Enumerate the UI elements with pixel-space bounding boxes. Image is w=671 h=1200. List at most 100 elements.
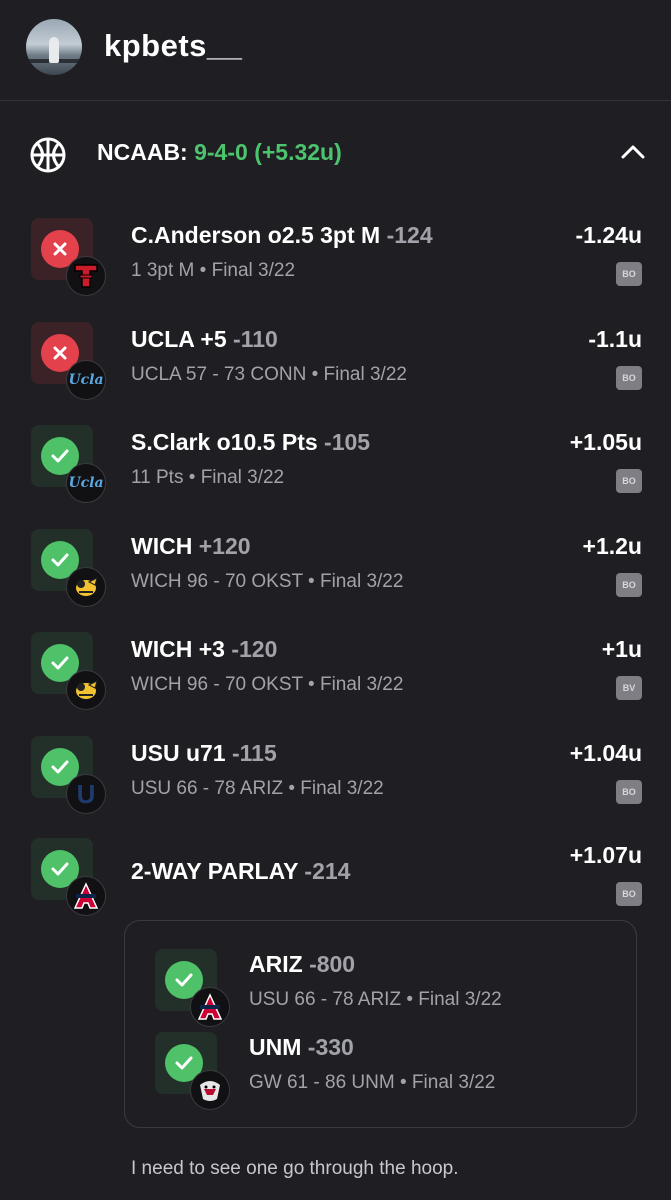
status-tile bbox=[31, 529, 106, 607]
bet-odds: +120 bbox=[198, 533, 251, 559]
league-title: NCAAB: 9-4-0 (+5.32u) bbox=[97, 139, 342, 166]
bet-name: WICH +120 bbox=[131, 533, 251, 560]
sportsbook-badge: BO bbox=[616, 573, 642, 597]
bet-row[interactable]: C.Anderson o2.5 3pt M -124 1 3pt M • Fin… bbox=[0, 218, 671, 318]
bet-result-line: UCLA 57 - 73 CONN • Final 3/22 bbox=[131, 364, 407, 386]
bet-result-line: 11 Pts • Final 3/22 bbox=[131, 467, 284, 489]
bet-row[interactable]: WICH +3 -120 WICH 96 - 70 OKST • Final 3… bbox=[0, 632, 671, 732]
bet-name: UCLA +5 -110 bbox=[131, 326, 278, 353]
status-tile: U bbox=[31, 736, 106, 814]
sportsbook-badge: BO bbox=[616, 262, 642, 286]
bet-result: 11 Pts bbox=[131, 467, 184, 488]
bet-pick: WICH +3 bbox=[131, 636, 225, 662]
wichita-state-logo-icon bbox=[66, 670, 106, 710]
leg-pick: ARIZ bbox=[249, 951, 303, 977]
leg-status: Final 3/22 bbox=[418, 989, 502, 1010]
bet-result-line: WICH 96 - 70 OKST • Final 3/22 bbox=[131, 571, 403, 593]
avatar[interactable] bbox=[26, 19, 82, 75]
league-label: NCAAB: bbox=[97, 139, 188, 165]
ucla-logo-icon: Ucla bbox=[66, 360, 106, 400]
bet-result: UCLA 57 - 73 CONN bbox=[131, 364, 307, 385]
separator-dot: • bbox=[199, 260, 207, 281]
sportsbook-badge: BV bbox=[616, 676, 642, 700]
parlay-units: +1.07u bbox=[569, 842, 642, 868]
bet-status: Final 3/22 bbox=[319, 674, 404, 695]
bet-row[interactable]: U USU u71 -115 USU 66 - 78 ARIZ • Final … bbox=[0, 736, 671, 836]
bet-units: +1.05u bbox=[569, 429, 642, 455]
texas-tech-logo-icon bbox=[66, 256, 106, 296]
bet-result: WICH 96 - 70 OKST bbox=[131, 571, 303, 592]
bet-units: -1.24u bbox=[575, 222, 642, 248]
sportsbook-badge: BO bbox=[616, 469, 642, 493]
parlay-name: 2-WAY PARLAY -214 bbox=[131, 858, 350, 885]
status-tile bbox=[31, 838, 106, 916]
separator-dot: • bbox=[406, 989, 413, 1010]
arizona-logo-icon bbox=[190, 987, 230, 1027]
separator-dot: • bbox=[308, 571, 315, 592]
bet-pick: C.Anderson o2.5 3pt M bbox=[131, 222, 381, 248]
status-tile bbox=[155, 1032, 230, 1110]
bet-result: 1 3pt M bbox=[131, 260, 195, 281]
league-record: 9-4-0 (+5.32u) bbox=[194, 139, 342, 165]
bet-name: WICH +3 -120 bbox=[131, 636, 277, 663]
status-tile: Ucla bbox=[31, 322, 106, 400]
wichita-state-logo-icon bbox=[66, 567, 106, 607]
league-section-header[interactable]: NCAAB: 9-4-0 (+5.32u) bbox=[0, 128, 671, 180]
bet-result-line: USU 66 - 78 ARIZ • Final 3/22 bbox=[131, 778, 384, 800]
arizona-logo-icon bbox=[66, 876, 106, 916]
separator-dot: • bbox=[311, 364, 319, 385]
leg-odds: -800 bbox=[309, 951, 356, 977]
basketball-icon bbox=[30, 137, 66, 173]
leg-result: GW 61 - 86 UNM bbox=[249, 1072, 395, 1093]
bet-pick: WICH bbox=[131, 533, 193, 559]
bet-pick: S.Clark o10.5 Pts bbox=[131, 429, 318, 455]
parlay-odds: -214 bbox=[304, 858, 351, 884]
separator-dot: • bbox=[288, 778, 295, 799]
bet-pick: UCLA +5 bbox=[131, 326, 227, 352]
bet-row[interactable]: Ucla UCLA +5 -110 UCLA 57 - 73 CONN • Fi… bbox=[0, 322, 671, 422]
profile-header: kpbets__ bbox=[0, 0, 671, 101]
status-tile bbox=[31, 632, 106, 710]
bet-name: USU u71 -115 bbox=[131, 740, 277, 767]
bet-status: Final 3/22 bbox=[323, 364, 407, 385]
bet-units: +1.04u bbox=[569, 740, 642, 766]
leg-odds: -330 bbox=[307, 1034, 354, 1060]
status-tile bbox=[31, 218, 106, 296]
parlay-leg[interactable]: ARIZ -800 USU 66 - 78 ARIZ • Final 3/22 bbox=[155, 949, 625, 1029]
bet-row[interactable]: Ucla S.Clark o10.5 Pts -105 11 Pts • Fin… bbox=[0, 425, 671, 525]
bet-status: Final 3/22 bbox=[200, 467, 285, 488]
separator-dot: • bbox=[399, 1072, 407, 1093]
separator-dot: • bbox=[188, 467, 196, 488]
bet-status: Final 3/22 bbox=[211, 260, 296, 281]
sportsbook-badge: BO bbox=[616, 882, 642, 906]
parlay-leg[interactable]: UNM -330 GW 61 - 86 UNM • Final 3/22 bbox=[155, 1032, 625, 1112]
separator-dot: • bbox=[308, 674, 315, 695]
status-tile bbox=[155, 949, 230, 1027]
bet-result: USU 66 - 78 ARIZ bbox=[131, 778, 284, 799]
parlay-legs-box: ARIZ -800 USU 66 - 78 ARIZ • Final 3/22 … bbox=[124, 920, 637, 1128]
username[interactable]: kpbets__ bbox=[104, 28, 242, 64]
bet-units: +1.2u bbox=[582, 533, 642, 559]
parlay-title: 2-WAY PARLAY bbox=[131, 858, 299, 884]
bet-odds: -120 bbox=[231, 636, 278, 662]
bet-odds: -115 bbox=[231, 740, 277, 766]
leg-result-line: USU 66 - 78 ARIZ • Final 3/22 bbox=[249, 989, 502, 1011]
bet-name: S.Clark o10.5 Pts -105 bbox=[131, 429, 370, 456]
bet-units: +1u bbox=[601, 636, 642, 662]
utah-state-logo-icon: U bbox=[66, 774, 106, 814]
bet-pick: USU u71 bbox=[131, 740, 226, 766]
leg-result-line: GW 61 - 86 UNM • Final 3/22 bbox=[249, 1072, 495, 1094]
leg-result: USU 66 - 78 ARIZ bbox=[249, 989, 402, 1010]
bet-odds: -105 bbox=[324, 429, 371, 455]
bet-status: Final 3/22 bbox=[300, 778, 384, 799]
bet-status: Final 3/22 bbox=[319, 571, 404, 592]
leg-name: ARIZ -800 bbox=[249, 951, 355, 978]
bet-result-line: 1 3pt M • Final 3/22 bbox=[131, 260, 295, 282]
bet-odds: -124 bbox=[386, 222, 433, 248]
leg-status: Final 3/22 bbox=[411, 1072, 496, 1093]
bet-name: C.Anderson o2.5 3pt M -124 bbox=[131, 222, 433, 249]
chevron-up-icon[interactable] bbox=[620, 142, 646, 160]
bet-comment: I need to see one go through the hoop. bbox=[131, 1158, 459, 1179]
bet-row[interactable]: WICH +120 WICH 96 - 70 OKST • Final 3/22… bbox=[0, 529, 671, 629]
status-tile: Ucla bbox=[31, 425, 106, 503]
